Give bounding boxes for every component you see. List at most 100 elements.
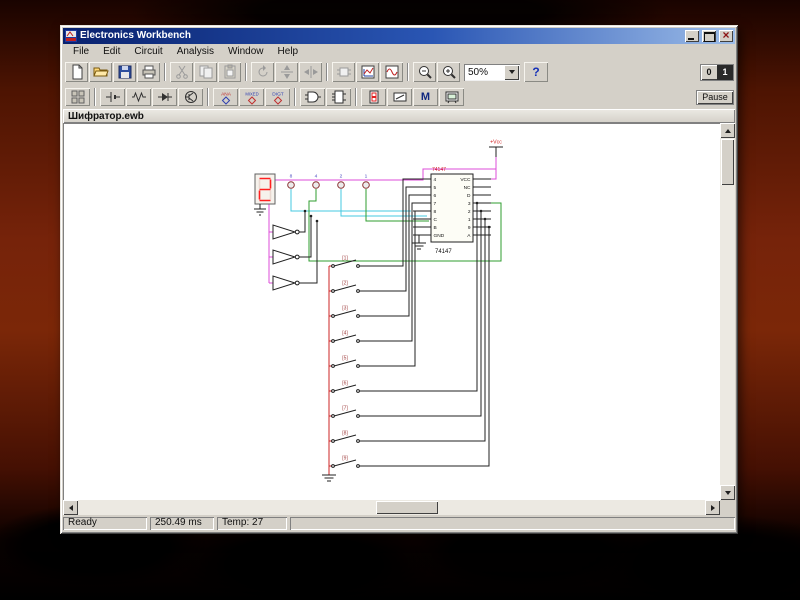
printer-icon	[142, 65, 155, 79]
switch-7[interactable]: [7]	[331, 406, 367, 418]
diode-icon	[157, 93, 172, 101]
switch-9[interactable]: [9]	[331, 456, 367, 468]
help-button[interactable]: ?	[524, 62, 548, 82]
zoom-in-icon	[442, 66, 456, 79]
zoom-select[interactable]: 50%	[464, 63, 520, 81]
rotate-button[interactable]	[251, 62, 274, 82]
pause-button[interactable]: Pause	[697, 90, 733, 104]
menu-circuit[interactable]: Circuit	[127, 46, 169, 57]
switch-5[interactable]: [5]	[331, 356, 367, 368]
vcc-label: +Vcc	[490, 140, 502, 146]
ic-body[interactable]	[430, 173, 474, 243]
switch-8[interactable]: [8]	[331, 431, 367, 443]
create-subcircuit-button[interactable]	[332, 62, 355, 82]
flip-vertical-icon	[280, 65, 293, 79]
ic-pin-label: NC	[464, 185, 471, 191]
inverter-gate-3[interactable]	[272, 275, 300, 291]
diodes-bin-button[interactable]	[152, 88, 177, 106]
menu-edit[interactable]: Edit	[96, 46, 127, 57]
zoom-dropdown-button[interactable]	[504, 64, 519, 80]
switch-key-label: [2]	[342, 281, 348, 287]
probe-2[interactable]: 4	[312, 174, 320, 189]
power-off-label: 0	[706, 66, 712, 77]
scroll-track[interactable]	[720, 186, 735, 485]
instruments-bin-button[interactable]	[439, 88, 464, 106]
maximize-button[interactable]	[702, 30, 716, 42]
switch-4[interactable]: [4]	[331, 331, 367, 343]
ic-74147[interactable]: 4 5 6 7 8 C B GND VCC NC D 3 2 1 9 A 741…	[413, 167, 491, 255]
title-bar[interactable]: Electronics Workbench	[63, 28, 735, 44]
zoom-in-button[interactable]	[437, 62, 460, 82]
digital-ics-bin-button[interactable]: DIGT	[265, 88, 290, 106]
scroll-down-button[interactable]	[720, 485, 735, 500]
arrow-right-icon	[710, 504, 715, 511]
scroll-up-button[interactable]	[720, 123, 735, 138]
document-title-bar[interactable]: Шифратор.ewb	[63, 109, 735, 123]
toolbar-separator	[245, 63, 247, 81]
cut-button[interactable]	[170, 62, 193, 82]
basic-bin-button[interactable]	[126, 88, 151, 106]
zoom-out-button[interactable]	[413, 62, 436, 82]
toolbar-separator	[355, 88, 357, 106]
sources-bin-button[interactable]	[100, 88, 125, 106]
flip-horizontal-icon	[303, 66, 318, 78]
circuit-canvas[interactable]: 4 5 6 7 8 C B GND VCC NC D 3 2 1 9 A 741…	[63, 123, 720, 500]
mixed-ics-bin-button[interactable]: MIXED	[239, 88, 264, 106]
minimize-button[interactable]	[685, 30, 699, 42]
controls-bin-button[interactable]	[387, 88, 412, 106]
flip-vertical-button[interactable]	[275, 62, 298, 82]
menu-window[interactable]: Window	[221, 46, 271, 57]
switch-6[interactable]: [6]	[331, 381, 367, 393]
display-graphs-button[interactable]	[356, 62, 379, 82]
copy-button[interactable]	[194, 62, 217, 82]
ic-pin-label: 9	[468, 225, 471, 231]
seven-segment-display[interactable]	[254, 173, 276, 205]
menu-file[interactable]: File	[66, 46, 96, 57]
chevron-down-icon	[508, 70, 515, 74]
clipboard-icon	[224, 64, 235, 79]
transistors-bin-button[interactable]	[178, 88, 203, 106]
probe-1[interactable]: 8	[287, 174, 295, 189]
logic-gates-bin-button[interactable]	[300, 88, 325, 106]
probe-3[interactable]: 2	[337, 174, 345, 189]
vcc-symbol[interactable]: +Vcc	[489, 140, 503, 158]
vertical-scroll-thumb[interactable]	[721, 139, 734, 185]
scroll-left-button[interactable]	[63, 500, 78, 515]
paste-button[interactable]	[218, 62, 241, 82]
print-button[interactable]	[137, 62, 160, 82]
scrollbar-corner	[720, 500, 735, 515]
ic-pin-label: 7	[434, 201, 437, 207]
flip-horizontal-button[interactable]	[299, 62, 322, 82]
miscellaneous-bin-button[interactable]: M	[413, 88, 438, 106]
circuit-drawing: 4 5 6 7 8 C B GND VCC NC D 3 2 1 9 A 741…	[254, 140, 503, 482]
digital-bin-button[interactable]	[326, 88, 351, 106]
menu-help[interactable]: Help	[271, 46, 306, 57]
component-properties-button[interactable]	[380, 62, 403, 82]
horizontal-scrollbar[interactable]	[63, 500, 720, 515]
wire-cyan	[290, 189, 427, 217]
power-switch[interactable]: 0 1	[701, 64, 733, 80]
probe-4[interactable]: 1	[362, 174, 370, 189]
scroll-right-button[interactable]	[705, 500, 720, 515]
ic-pin-label: 3	[468, 201, 471, 207]
switch-key-label: [5]	[342, 356, 348, 362]
horizontal-scroll-thumb[interactable]	[376, 501, 438, 514]
toolbar-separator	[326, 63, 328, 81]
close-button[interactable]	[719, 28, 733, 42]
vertical-scrollbar[interactable]	[720, 123, 735, 500]
switch-2[interactable]: [2]	[331, 281, 367, 293]
inverter-gate-1[interactable]	[272, 224, 300, 240]
save-button[interactable]	[113, 62, 136, 82]
favorites-bin-button[interactable]	[65, 88, 90, 106]
switch-3[interactable]: [3]	[331, 306, 367, 318]
window-title: Electronics Workbench	[80, 30, 191, 41]
new-button[interactable]	[65, 62, 88, 82]
waveform-icon	[385, 65, 398, 79]
open-button[interactable]	[89, 62, 112, 82]
inverter-gate-2[interactable]	[272, 249, 300, 265]
indicators-bin-button[interactable]	[361, 88, 386, 106]
scroll-track[interactable]	[438, 500, 705, 515]
analog-ics-bin-button[interactable]: ANA	[213, 88, 238, 106]
toolbar-separator	[294, 88, 296, 106]
menu-analysis[interactable]: Analysis	[170, 46, 221, 57]
